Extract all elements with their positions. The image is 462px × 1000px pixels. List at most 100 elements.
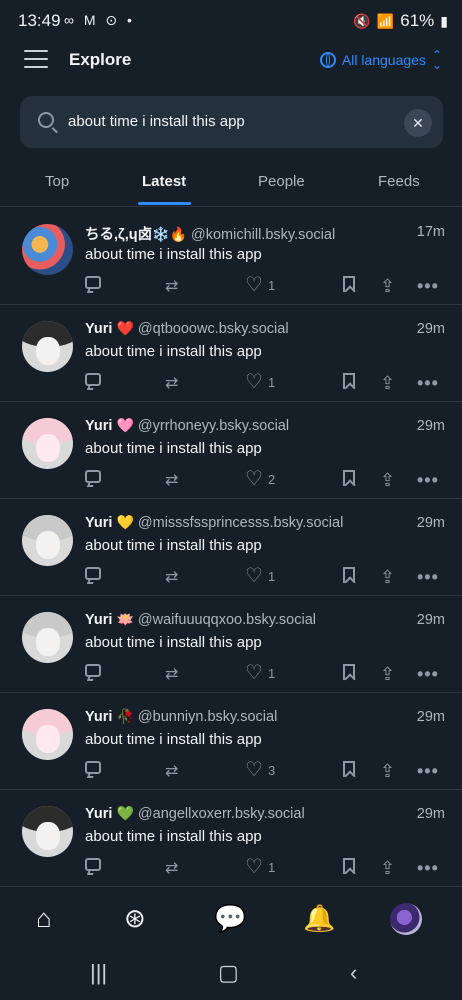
reply-button[interactable] [85,567,101,580]
author-handle[interactable]: @komichill.bsky.social [191,227,335,243]
share-button[interactable]: ⇪ [380,761,395,782]
more-options-button[interactable]: ••• [417,664,439,685]
repost-button[interactable]: ⇄ [165,858,178,878]
author-name[interactable]: Yuri [85,515,112,531]
bookmark-button[interactable] [343,664,355,680]
author-name[interactable]: Yuri [85,709,112,725]
repost-button[interactable]: ⇄ [165,664,178,684]
tab-people[interactable]: People [258,173,305,190]
like-button[interactable]: ♡ 2 [245,469,275,489]
author-name[interactable]: ちる,ζ,ɥ卤 [85,227,152,243]
repost-button[interactable]: ⇄ [165,567,178,587]
share-button[interactable]: ⇪ [380,276,395,297]
share-icon: ⇪ [380,664,396,684]
clear-search-button[interactable]: ✕ [404,109,432,137]
reply-button[interactable] [85,761,101,774]
like-button[interactable]: ♡ 3 [245,760,275,780]
profile-avatar[interactable] [390,903,422,935]
author-handle[interactable]: @yrrhoneyy.bsky.social [138,418,289,434]
avatar[interactable] [22,321,73,372]
search-input[interactable]: about time i install this app [68,113,245,130]
like-button[interactable]: ♡ 1 [245,857,275,877]
reply-icon [85,470,101,483]
reply-icon [85,858,101,871]
avatar[interactable] [22,612,73,663]
more-options-button[interactable]: ••• [417,761,439,782]
like-button[interactable]: ♡ 1 [245,663,275,683]
more-options-button[interactable]: ••• [417,276,439,297]
mute-icon: 🔇 [353,12,371,29]
avatar[interactable] [22,709,73,760]
reply-button[interactable] [85,276,101,289]
share-button[interactable]: ⇪ [380,373,395,394]
bookmark-button[interactable] [343,276,355,292]
more-options-button[interactable]: ••• [417,470,439,491]
post-header: Yuri ❤️ @qtbooowc.bsky.social [85,320,445,337]
bookmark-button[interactable] [343,567,355,583]
avatar[interactable] [22,515,73,566]
share-button[interactable]: ⇪ [380,567,395,588]
reply-button[interactable] [85,373,101,386]
share-button[interactable]: ⇪ [380,470,395,491]
search-bar[interactable]: about time i install this app ✕ [20,96,443,148]
reply-button[interactable] [85,858,101,871]
author-name[interactable]: Yuri [85,806,112,822]
more-options-button[interactable]: ••• [417,858,439,879]
share-button[interactable]: ⇪ [380,858,395,879]
more-options-button[interactable]: ••• [417,373,439,394]
author-name[interactable]: Yuri [85,321,112,337]
recent-apps-button[interactable]: ||| [90,960,107,986]
search-icon [38,112,54,128]
avatar[interactable] [22,224,73,275]
bookmark-icon [343,761,355,777]
repost-button[interactable]: ⇄ [165,373,178,393]
author-handle[interactable]: @bunniyn.bsky.social [138,709,277,725]
author-name[interactable]: Yuri [85,418,112,434]
avatar[interactable] [22,806,73,857]
post-item[interactable]: Yuri 🪷 @waifuuuqqxoo.bsky.social 29m abo… [0,596,462,693]
tab-latest[interactable]: Latest [142,173,186,190]
author-handle[interactable]: @angellxoxerr.bsky.social [138,806,305,822]
reply-button[interactable] [85,470,101,483]
bookmark-button[interactable] [343,470,355,486]
bookmark-button[interactable] [343,858,355,874]
share-button[interactable]: ⇪ [380,664,395,685]
repost-button[interactable]: ⇄ [165,470,178,490]
author-handle[interactable]: @qtbooowc.bsky.social [138,321,289,337]
home-icon[interactable]: ⌂ [36,903,52,934]
menu-button[interactable] [24,50,48,70]
like-button[interactable]: ♡ 1 [245,275,275,295]
author-handle[interactable]: @waifuuuqqxoo.bsky.social [138,612,316,628]
share-icon: ⇪ [380,470,396,490]
bookmark-button[interactable] [343,373,355,389]
avatar[interactable] [22,418,73,469]
tab-top[interactable]: Top [45,173,69,190]
back-button[interactable]: ‹ [350,960,357,986]
tab-feeds[interactable]: Feeds [378,173,420,190]
author-handle[interactable]: @misssfssprincesss.bsky.social [138,515,343,531]
like-button[interactable]: ♡ 1 [245,372,275,392]
post-item[interactable]: ちる,ζ,ɥ卤❄️🔥 @komichill.bsky.social 17m ab… [0,208,462,305]
author-name[interactable]: Yuri [85,612,112,628]
repost-button[interactable]: ⇄ [165,761,178,781]
post-item[interactable]: Yuri 🩷 @yrrhoneyy.bsky.social 29m about … [0,402,462,499]
more-options-button[interactable]: ••• [417,567,439,588]
home-button[interactable]: ▢ [218,960,239,986]
repost-button[interactable]: ⇄ [165,276,178,296]
post-item[interactable]: Yuri 🥀 @bunniyn.bsky.social 29m about ti… [0,693,462,790]
post-header: Yuri 🥀 @bunniyn.bsky.social [85,708,445,725]
share-icon: ⇪ [380,858,396,878]
bottom-nav: ⌂ ⊛ 💬 🔔 [0,886,462,951]
post-item[interactable]: Yuri ❤️ @qtbooowc.bsky.social 29m about … [0,305,462,402]
bookmark-button[interactable] [343,761,355,777]
chat-icon[interactable]: 💬 [214,903,246,934]
notifications-icon[interactable]: 🔔 [303,903,335,934]
reply-button[interactable] [85,664,101,677]
post-item[interactable]: Yuri 💛 @misssfssprincesss.bsky.social 29… [0,499,462,596]
repost-icon: ⇄ [165,278,179,295]
like-button[interactable]: ♡ 1 [245,566,275,586]
language-selector[interactable]: All languages ⌃ ⌄ [319,49,442,71]
post-item[interactable]: Yuri 💚 @angellxoxerr.bsky.social 29m abo… [0,790,462,887]
search-icon[interactable]: ⊛ [124,903,146,934]
post-actions: ⇄ ♡ 1 ⇪ ••• [85,663,440,686]
